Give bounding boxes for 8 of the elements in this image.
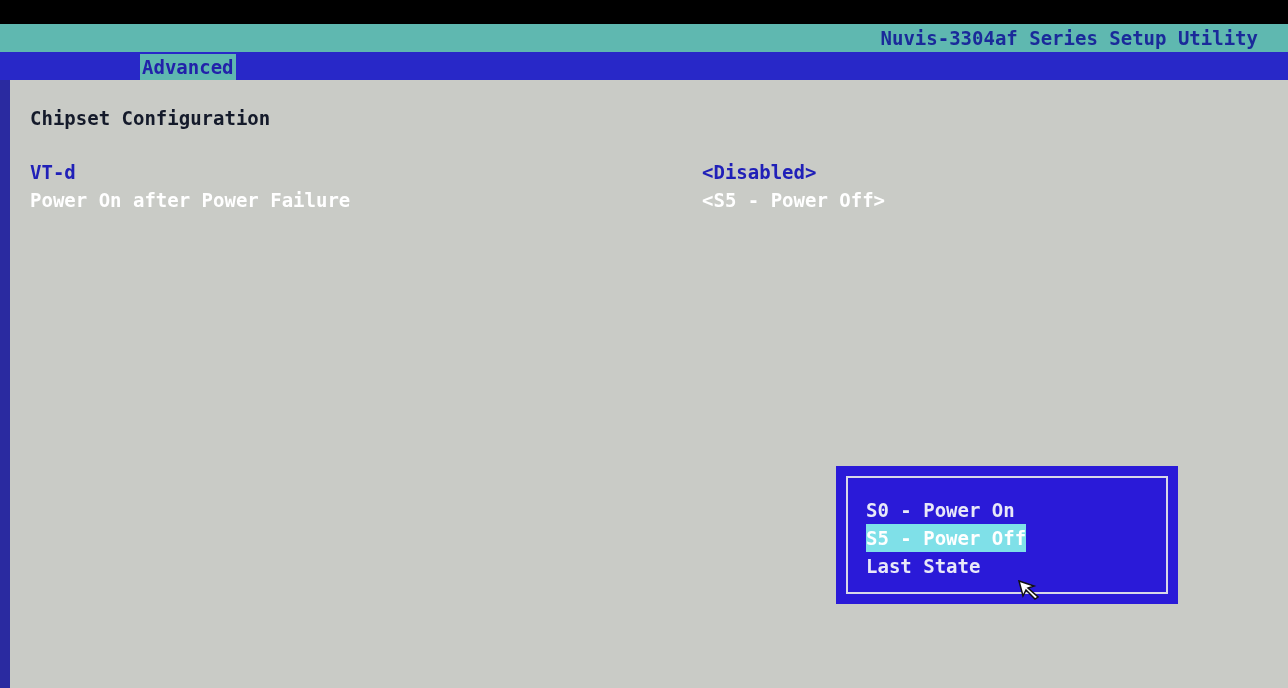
menu-tab[interactable]: Advanced bbox=[140, 54, 236, 80]
popup-option[interactable]: S0 - Power On bbox=[866, 496, 1015, 524]
mouse-pointer-icon bbox=[1018, 580, 1040, 600]
setting-value[interactable]: <Disabled> bbox=[702, 158, 817, 187]
section-title: Chipset Configuration bbox=[30, 106, 272, 131]
popup-option[interactable]: Last State bbox=[866, 552, 981, 580]
setting-label[interactable]: VT-d bbox=[30, 158, 702, 187]
utility-title: Nuvis-3304af Series Setup Utility bbox=[880, 25, 1258, 51]
